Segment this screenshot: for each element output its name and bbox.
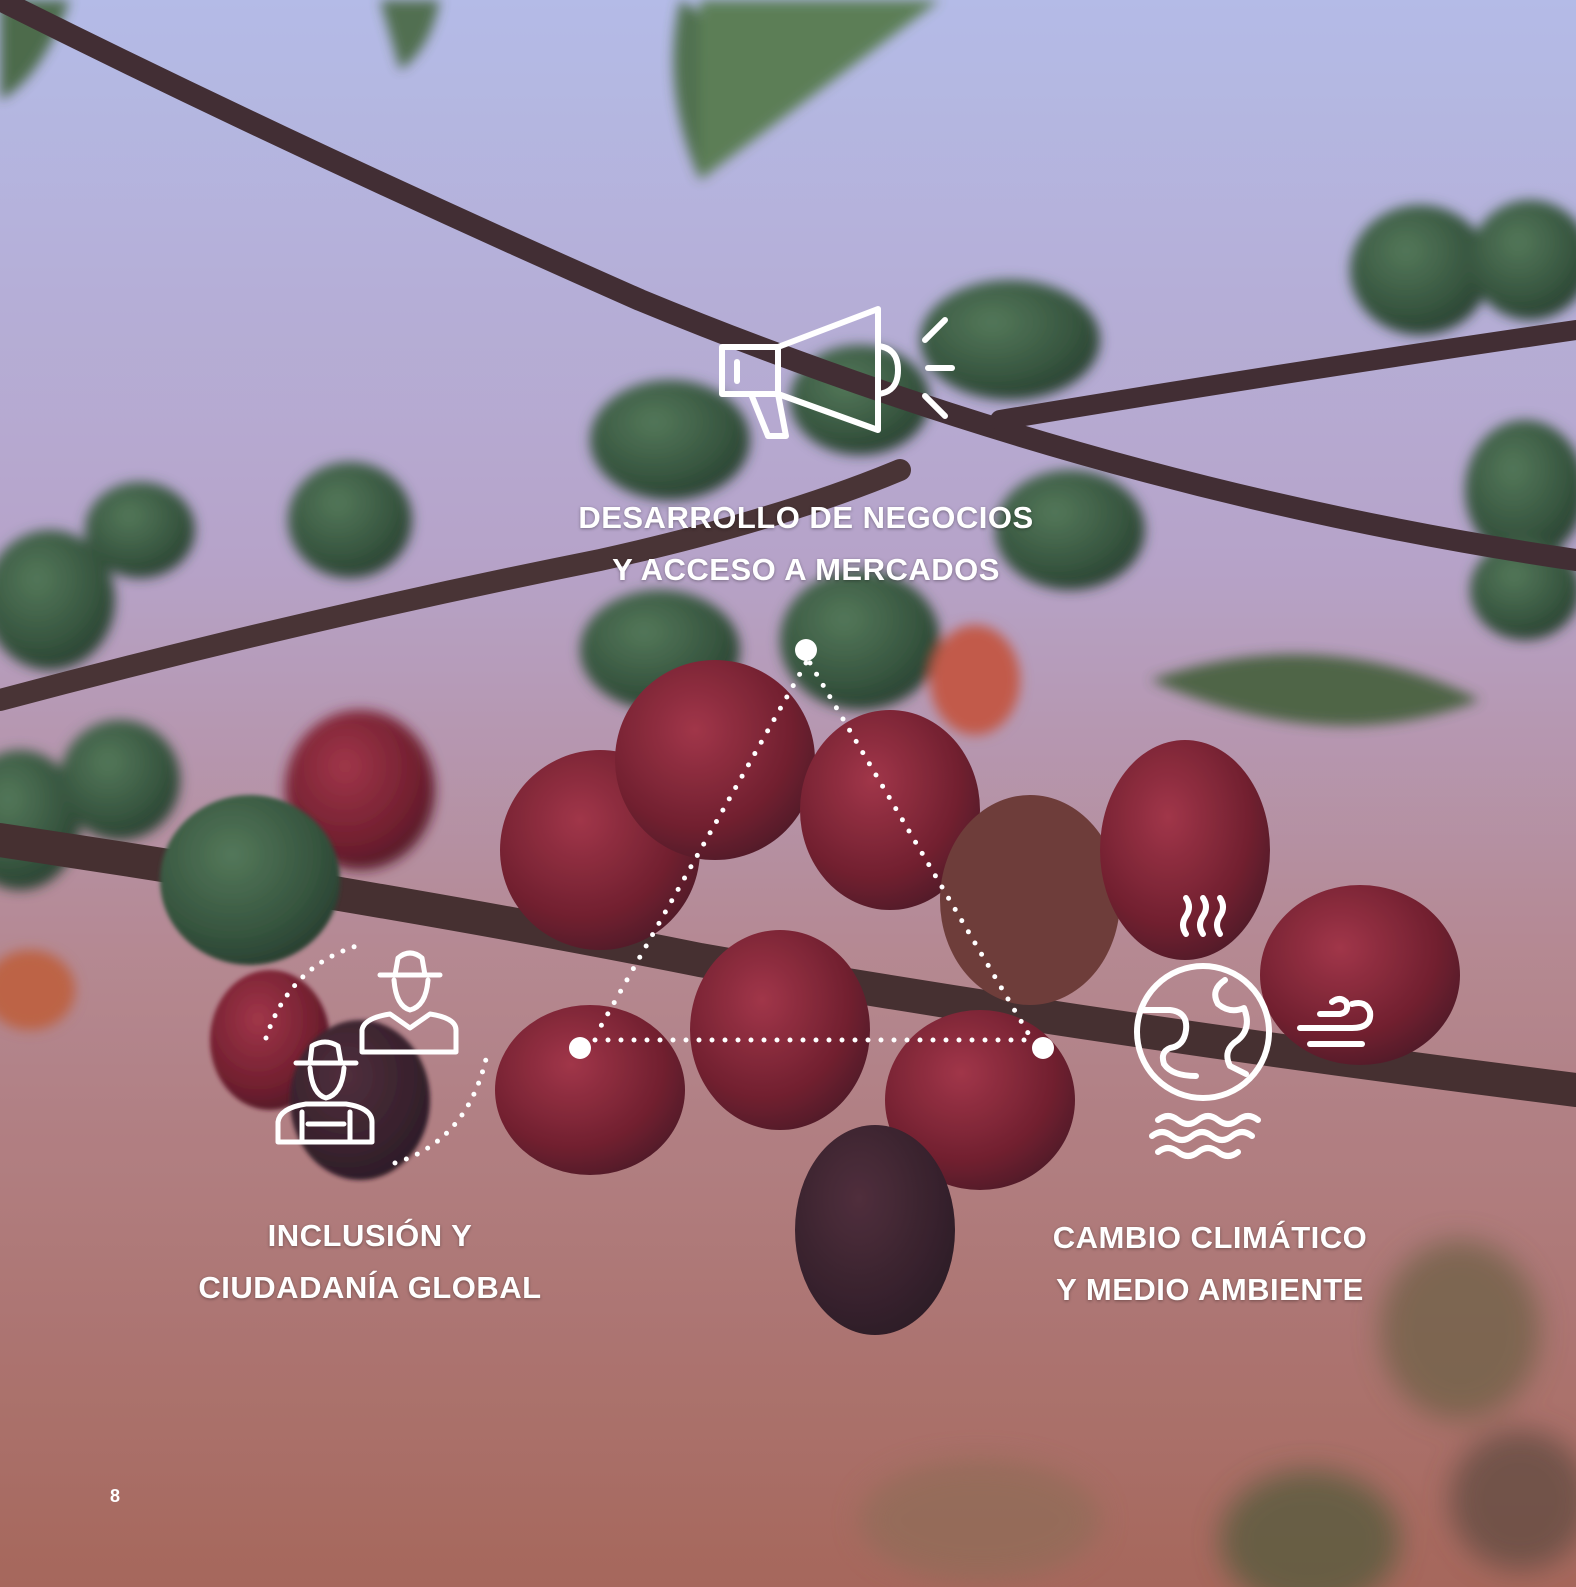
label-business-line2: Y ACCESO A MERCADOS — [612, 552, 1000, 587]
label-inclusion-line1: INCLUSIÓN Y — [267, 1218, 473, 1253]
triangle-diagram — [263, 306, 1374, 1166]
label-climate-line1: CAMBIO CLIMÁTICO — [1052, 1220, 1368, 1255]
earth-climate-icon — [1134, 895, 1374, 1159]
triangle-node-left — [569, 1037, 591, 1059]
label-climate-line2: Y MEDIO AMBIENTE — [1056, 1272, 1364, 1307]
triangle-node-right — [1032, 1037, 1054, 1059]
triangle-dotted-lines — [592, 660, 1031, 1043]
label-inclusion-line2: CIUDADANÍA GLOBAL — [198, 1270, 542, 1305]
label-business-development: DESARROLLO DE NEGOCIOS Y ACCESO A MERCAD… — [566, 492, 1046, 596]
label-business-line1: DESARROLLO DE NEGOCIOS — [578, 500, 1034, 535]
triangle-node-top — [795, 639, 817, 661]
megaphone-icon — [719, 306, 955, 439]
page-number: 8 — [110, 1486, 121, 1506]
label-climate-change: CAMBIO CLIMÁTICO Y MEDIO AMBIENTE — [1030, 1212, 1390, 1316]
label-inclusion: INCLUSIÓN Y CIUDADANÍA GLOBAL — [180, 1210, 560, 1314]
people-icon — [263, 942, 491, 1166]
